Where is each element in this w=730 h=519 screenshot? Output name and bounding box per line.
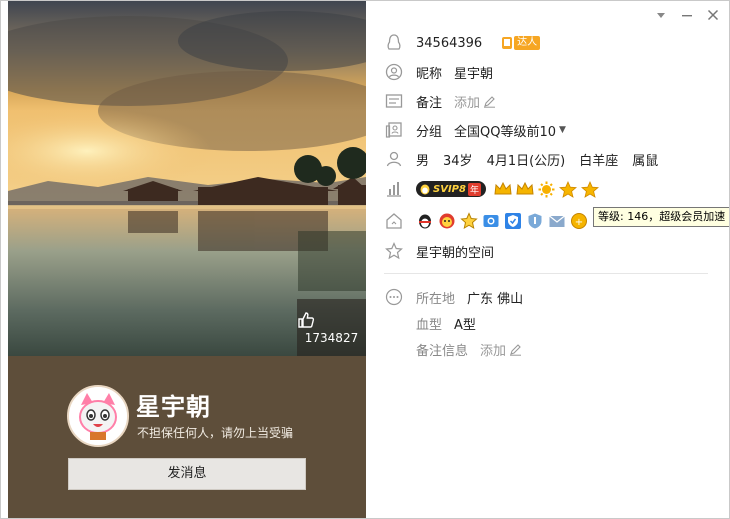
nickname-row: 昵称 星宇朝 [384, 61, 507, 83]
age: 34岁 [443, 153, 473, 169]
pet-face-icon[interactable] [438, 212, 456, 230]
remark-label: 备注 [416, 95, 443, 111]
profile-window: 1734827 星宇朝 不担保任何人，请勿上当受骗 发消息 34564396 达… [0, 0, 730, 519]
bar-chart-icon [384, 179, 404, 199]
section-divider [384, 273, 708, 274]
remark-info-add-link[interactable]: 添加 [480, 340, 522, 359]
user-circle-icon [384, 62, 404, 82]
qzone-row: 星宇朝的空间 [384, 240, 508, 262]
cat-avatar-icon [69, 387, 127, 445]
minimize-icon[interactable] [679, 7, 695, 23]
star-outline-icon[interactable] [460, 212, 478, 230]
caret-down-icon: ▼ [559, 125, 566, 135]
nickname-label: 昵称 [416, 66, 443, 82]
star-outline-icon [384, 241, 404, 261]
qq-number: 34564396 [416, 35, 483, 51]
birthday: 4月1日(公历) [486, 153, 566, 169]
coin-icon[interactable]: + [570, 212, 588, 230]
display-name: 星宇朝 [136, 393, 211, 421]
close-icon[interactable] [705, 7, 721, 23]
svg-text:+: + [575, 217, 583, 228]
sun-icon [538, 181, 555, 197]
send-message-button[interactable]: 发消息 [68, 458, 306, 490]
zodiac: 白羊座 [579, 153, 619, 169]
location-label: 所在地 [416, 291, 456, 307]
crown-icon [494, 181, 512, 195]
id-card-icon [384, 91, 404, 111]
security-shield-icon[interactable] [526, 212, 544, 230]
like-button[interactable]: 1734827 [297, 299, 366, 356]
profile-summary: 星宇朝 不担保任何人，请勿上当受骗 发消息 [8, 356, 366, 518]
level-tooltip: 等级: 146，超级会员加速 [593, 207, 729, 227]
svip-badge[interactable]: SVIP8 年 [416, 181, 486, 197]
remark-info-label: 备注信息 [416, 343, 469, 359]
more-dots-icon[interactable] [384, 287, 404, 307]
remark-row: 备注 添加 [384, 90, 496, 112]
remark-info-row: 备注信息 添加 [384, 338, 522, 360]
chinese-zodiac: 属鼠 [632, 153, 659, 169]
gender: 男 [416, 153, 430, 169]
camera-icon[interactable] [482, 212, 500, 230]
group-select[interactable]: 全国QQ等级前10 ▼ [454, 121, 566, 140]
person-icon [384, 149, 404, 169]
phone-icon [502, 37, 513, 49]
profile-card: 1734827 星宇朝 不担保任何人，请勿上当受骗 发消息 [8, 1, 366, 518]
crown-icon [516, 181, 534, 195]
service-badges: + [416, 212, 588, 230]
blood-type-label: 血型 [416, 317, 443, 333]
blood-type-row: 血型 A型 [384, 312, 490, 334]
qq-number-row: 34564396 达人 [384, 32, 541, 54]
chevron-down-icon[interactable] [653, 7, 669, 23]
personal-row: 男 34岁 4月1日(公历) 白羊座 属鼠 [384, 148, 672, 170]
star-icon [558, 180, 577, 198]
house-icon [384, 211, 404, 231]
daren-badge[interactable]: 达人 [500, 35, 541, 51]
thumbs-up-icon [297, 311, 366, 329]
qq-penguin-icon[interactable] [416, 212, 434, 230]
window-controls [653, 7, 721, 23]
location-value: 广东 佛山 [467, 291, 524, 307]
level-row: SVIP8 年 [384, 178, 599, 200]
location-row: 所在地 广东 佛山 [384, 286, 537, 308]
cover-photo: 1734827 [8, 1, 366, 356]
star-icon [580, 180, 599, 198]
qzone-link[interactable]: 星宇朝的空间 [416, 242, 494, 261]
personal-signature: 不担保任何人，请勿上当受骗 [137, 426, 294, 440]
penguin-icon [420, 184, 430, 195]
badges-row: + [384, 210, 588, 232]
like-count: 1734827 [304, 331, 359, 345]
group-row: 分组 全国QQ等级前10 ▼ [384, 119, 580, 141]
nickname-value: 星宇朝 [454, 66, 494, 82]
group-contacts-icon [384, 120, 404, 140]
pencil-icon [484, 95, 496, 108]
remark-add-link[interactable]: 添加 [454, 92, 496, 111]
qq-level-icons[interactable] [494, 180, 599, 198]
blood-type-value: A型 [454, 317, 476, 333]
group-label: 分组 [416, 124, 443, 140]
penguin-outline-icon [384, 33, 404, 53]
pencil-icon [510, 343, 522, 356]
shield-check-icon[interactable] [504, 212, 522, 230]
avatar[interactable] [67, 385, 129, 447]
mail-icon[interactable] [548, 212, 566, 230]
